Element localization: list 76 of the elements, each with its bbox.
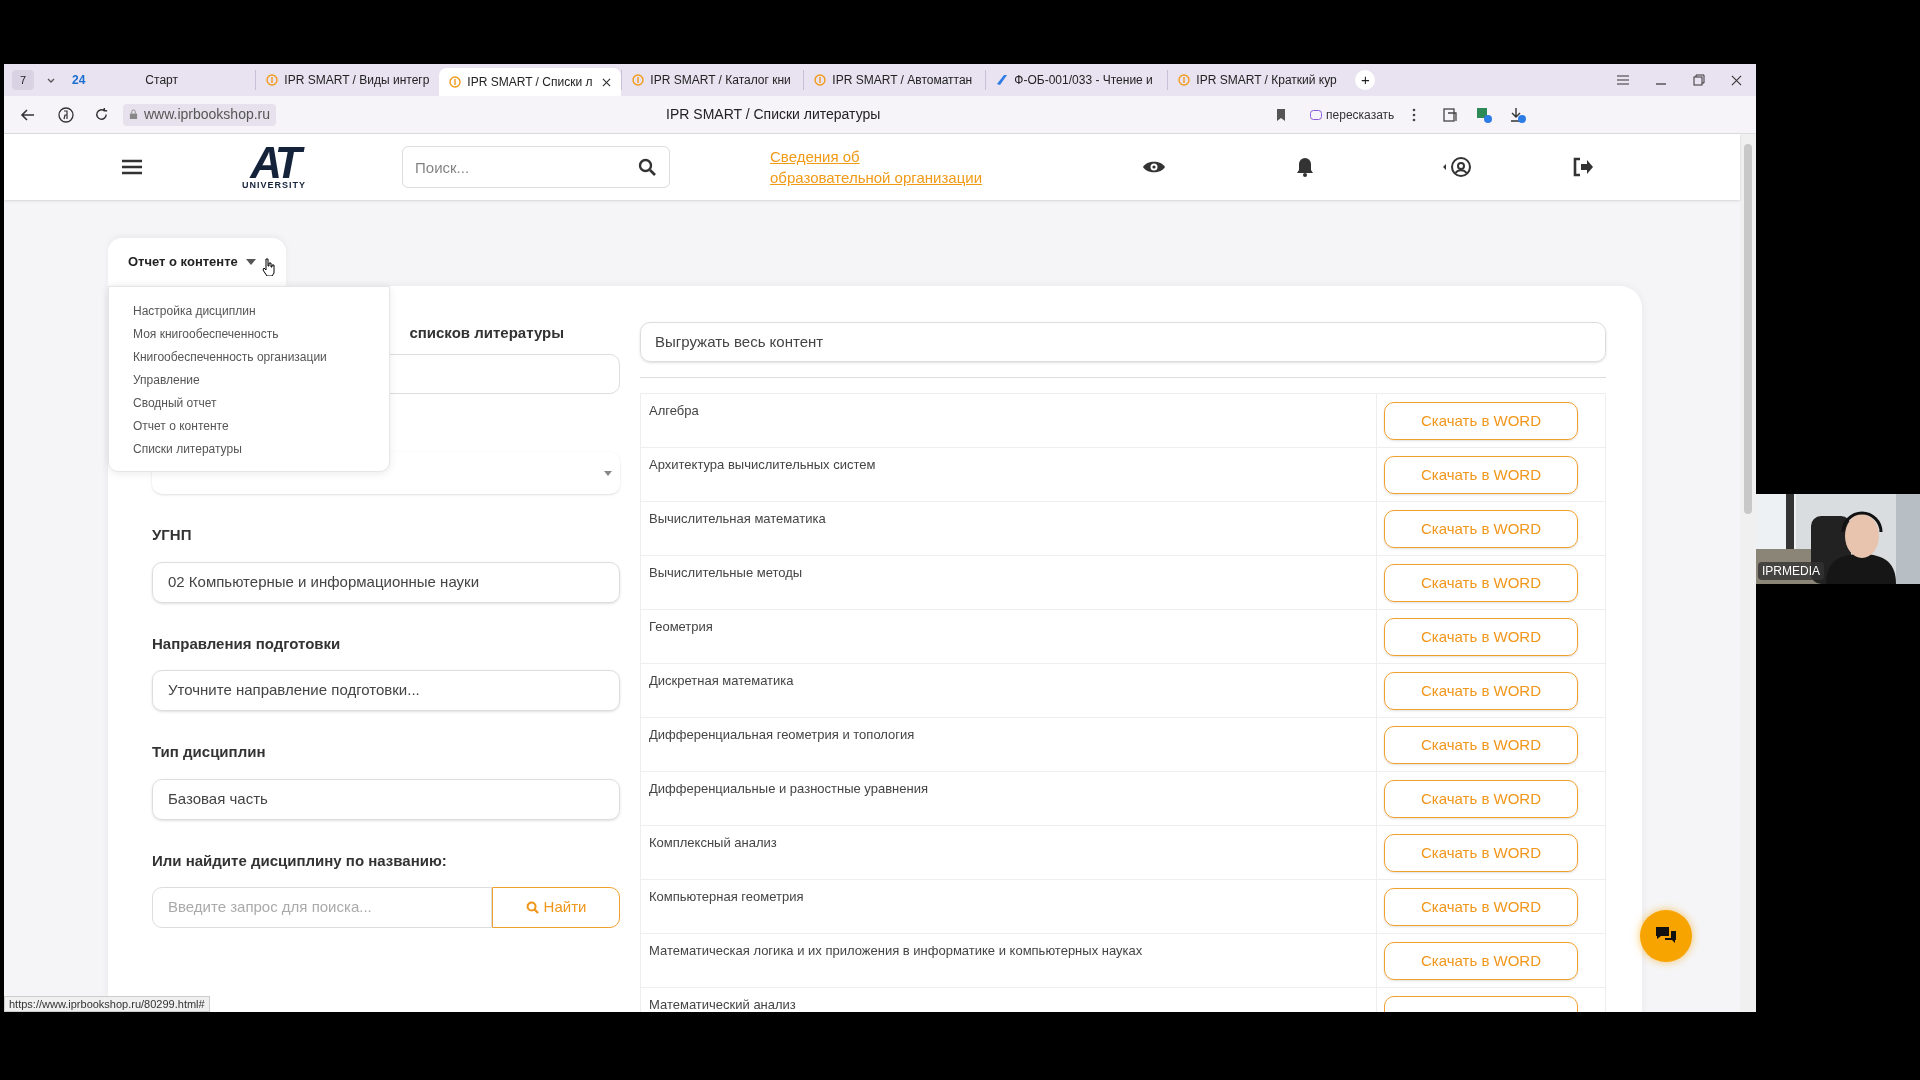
menu-item[interactable]: Сводный отчет bbox=[109, 395, 389, 411]
new-tab-button[interactable]: + bbox=[1355, 70, 1376, 90]
discipline-cell: Вычислительная математика bbox=[641, 502, 1377, 555]
reload-icon[interactable] bbox=[94, 107, 109, 122]
bookmark-icon[interactable] bbox=[1276, 108, 1287, 121]
account-icon[interactable] bbox=[1442, 156, 1472, 178]
menu-item[interactable]: Моя книгообеспеченность bbox=[109, 326, 389, 342]
browser-tab[interactable]: Ф-ОБ-001/033 - Чтение и bbox=[985, 70, 1168, 90]
address-field[interactable]: www.iprbookshop.ru bbox=[123, 103, 277, 126]
download-icon[interactable] bbox=[1510, 106, 1527, 123]
close-icon[interactable] bbox=[1731, 74, 1742, 86]
scrollbar-thumb[interactable] bbox=[1744, 144, 1752, 514]
extension-icon[interactable] bbox=[1476, 106, 1493, 123]
site-icon bbox=[1178, 74, 1191, 86]
section-heading: списков литературы bbox=[409, 323, 564, 343]
discipline-cell: Геометрия bbox=[641, 610, 1377, 663]
tab-counter[interactable]: 7 bbox=[12, 70, 34, 90]
discipline-cell: Компьютерная геометрия bbox=[641, 880, 1377, 933]
site-icon bbox=[632, 74, 645, 86]
field-label: Тип дисциплин bbox=[152, 742, 267, 762]
menu-item[interactable]: Управление bbox=[109, 372, 389, 388]
browser-tab[interactable]: IPR SMART / Краткий кур bbox=[1167, 70, 1350, 90]
site-icon bbox=[266, 74, 279, 86]
site-icon bbox=[449, 76, 462, 88]
site-icon bbox=[814, 74, 827, 86]
start-tab[interactable]: Старт bbox=[145, 71, 256, 89]
menu-icon[interactable] bbox=[122, 159, 142, 175]
search-field[interactable]: Введите запрос для поиска... bbox=[152, 887, 492, 928]
extensions-icon[interactable] bbox=[1442, 106, 1459, 123]
field-label: УГНП bbox=[152, 525, 193, 545]
retell-button[interactable]: пересказать bbox=[1306, 105, 1399, 124]
hand-cursor-icon bbox=[262, 258, 276, 276]
browser-tab[interactable]: IPR SMART / Автоматтан bbox=[803, 70, 986, 90]
browser-tab[interactable]: IPR SMART / Списки л bbox=[439, 68, 622, 96]
select-field[interactable]: Базовая часть bbox=[152, 778, 620, 820]
menu-item[interactable]: Списки литературы bbox=[109, 441, 389, 457]
kebab-icon[interactable] bbox=[1412, 107, 1417, 122]
discipline-cell: Вычислительные методы bbox=[641, 556, 1377, 609]
menu-tab[interactable]: Отчет о контенте bbox=[108, 238, 286, 286]
chat-button[interactable] bbox=[1640, 910, 1692, 962]
close-icon[interactable] bbox=[602, 77, 612, 87]
bell-icon[interactable] bbox=[1296, 157, 1314, 177]
menu-item[interactable]: Отчет о контенте bbox=[109, 418, 389, 434]
browser-tab[interactable]: IPR SMART / Каталог кни bbox=[621, 70, 804, 90]
discipline-cell: Дифференциальная геометрия и топология bbox=[641, 718, 1377, 771]
field-label: Направления подготовки bbox=[152, 633, 342, 654]
search-icon[interactable] bbox=[638, 158, 656, 176]
caret-down-icon bbox=[604, 470, 612, 476]
tab-count-badge[interactable]: 24 bbox=[72, 71, 86, 89]
search-icon bbox=[525, 901, 539, 914]
restore-icon[interactable] bbox=[1693, 74, 1705, 86]
menu-item[interactable]: Настройка дисциплин bbox=[109, 303, 389, 319]
page-title: IPR SMART / Списки литературы bbox=[666, 105, 882, 124]
discipline-cell: Комплексный анализ bbox=[641, 826, 1377, 879]
select-field[interactable]: Уточните направление подготовки... bbox=[152, 670, 620, 711]
discipline-cell: Дифференциальные и разностные уравнения bbox=[641, 772, 1377, 825]
field-label: Или найдите дисциплину по названию: bbox=[152, 850, 448, 871]
export-select[interactable]: Выгружать весь контент bbox=[640, 322, 1606, 362]
retell-icon bbox=[1310, 109, 1323, 120]
logout-icon[interactable] bbox=[1572, 157, 1594, 177]
webcam-caption: IPRMEDIA bbox=[1758, 562, 1824, 580]
lock-icon bbox=[129, 109, 138, 120]
menu-item[interactable]: Книгообеспеченность организации bbox=[109, 349, 389, 365]
status-url: https://www.iprbookshop.ru/80299.html# bbox=[4, 996, 210, 1012]
discipline-cell: Математическая логика и их приложения в информатике и компьютерных науках bbox=[641, 934, 1377, 987]
discipline-cell: Дискретная математика bbox=[641, 664, 1377, 717]
document-icon bbox=[996, 74, 1009, 86]
eye-icon[interactable] bbox=[1142, 159, 1166, 175]
back-icon[interactable] bbox=[20, 106, 36, 123]
select-field[interactable]: 02 Компьютерные и информационные науки bbox=[152, 561, 620, 603]
discipline-cell: Алгебра bbox=[641, 394, 1377, 447]
caret-down-icon bbox=[245, 259, 256, 265]
browser-logo-icon[interactable] bbox=[58, 106, 74, 123]
discipline-cell: Архитектура вычислительных систем bbox=[641, 448, 1377, 501]
discipline-cell: Математический анализ bbox=[641, 988, 1377, 1012]
search-field[interactable]: Поиск... bbox=[402, 146, 670, 188]
